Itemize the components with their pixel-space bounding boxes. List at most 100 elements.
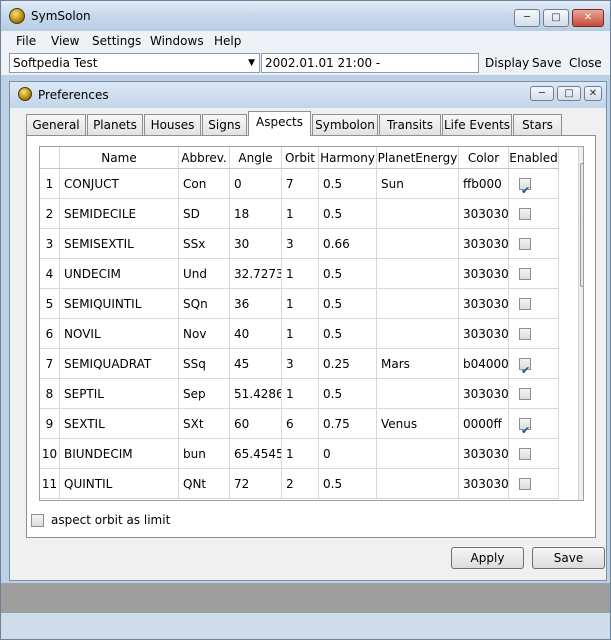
table-cell-harmony[interactable]: 0.5 (319, 199, 377, 229)
table-cell-angle[interactable]: 40 (230, 319, 282, 349)
close-button[interactable]: ✕ (572, 9, 604, 27)
table-cell-color[interactable]: ffb000 (459, 169, 509, 199)
table-cell-energy[interactable] (377, 379, 459, 409)
table-cell-name[interactable]: SEXTIL (60, 409, 179, 439)
tab-aspects[interactable]: Aspects (248, 111, 311, 136)
tab-life-events[interactable]: Life Events (442, 114, 512, 135)
table-cell-abbrev[interactable]: SXt (179, 409, 230, 439)
scroll-up-arrow-icon[interactable]: ▲ (579, 147, 583, 162)
enabled-checkbox[interactable] (519, 356, 531, 378)
table-cell-name[interactable]: NOVIL (60, 319, 179, 349)
table-cell-orbit[interactable]: 6 (282, 409, 319, 439)
enabled-checkbox[interactable] (519, 478, 531, 490)
preferences-maximize-button[interactable]: □ (557, 86, 581, 101)
preferences-close-button[interactable]: ✕ (584, 86, 602, 101)
enabled-cell[interactable] (509, 259, 559, 289)
tab-transits[interactable]: Transits (379, 114, 441, 135)
table-cell-harmony[interactable]: 0.66 (319, 229, 377, 259)
table-cell-orbit[interactable]: 1 (282, 289, 319, 319)
menu-file[interactable]: File (16, 33, 36, 49)
table-cell-orbit[interactable]: 3 (282, 349, 319, 379)
toolbar-save-button[interactable]: Save (532, 54, 561, 72)
table-cell-name[interactable]: SEPTIL (60, 379, 179, 409)
table-cell-color[interactable]: 303030 (459, 229, 509, 259)
table-cell-energy[interactable] (377, 229, 459, 259)
table-cell-energy[interactable]: Sun (377, 169, 459, 199)
table-cell-harmony[interactable]: 0.5 (319, 259, 377, 289)
table-cell-name[interactable]: SEMISEXTIL (60, 229, 179, 259)
table-cell-orbit[interactable]: 1 (282, 379, 319, 409)
enabled-cell[interactable] (509, 439, 559, 469)
table-cell-energy[interactable]: Mars (377, 349, 459, 379)
table-cell-name[interactable]: QUINTIL (60, 469, 179, 499)
enabled-checkbox[interactable] (519, 176, 531, 198)
table-cell-harmony[interactable]: 0.25 (319, 349, 377, 379)
table-cell-abbrev[interactable]: SSx (179, 229, 230, 259)
tab-planets[interactable]: Planets (87, 114, 143, 135)
vertical-scrollbar[interactable]: ▲ ≡ ▼ (578, 147, 583, 500)
column-header[interactable]: Orbit (282, 147, 319, 169)
enabled-cell[interactable] (509, 319, 559, 349)
enabled-checkbox[interactable] (519, 298, 531, 310)
table-cell-harmony[interactable]: 0 (319, 439, 377, 469)
table-cell-abbrev[interactable]: Sep (179, 379, 230, 409)
table-cell-color[interactable]: 303030 (459, 199, 509, 229)
table-cell-color[interactable]: b04000 (459, 349, 509, 379)
column-header[interactable]: Harmony (319, 147, 377, 169)
enabled-cell[interactable] (509, 379, 559, 409)
table-cell-angle[interactable]: 32.7273 (230, 259, 282, 289)
table-cell-harmony[interactable]: 0.5 (319, 319, 377, 349)
menu-help[interactable]: Help (214, 33, 241, 49)
table-cell-energy[interactable]: Venus (377, 409, 459, 439)
table-cell-harmony[interactable]: 0.5 (319, 169, 377, 199)
enabled-checkbox[interactable] (519, 388, 531, 400)
table-cell-harmony[interactable]: 0.75 (319, 409, 377, 439)
toolbar-close-button[interactable]: Close (569, 54, 602, 72)
table-cell-orbit[interactable]: 1 (282, 439, 319, 469)
enabled-checkbox[interactable] (519, 328, 531, 340)
table-cell-abbrev[interactable]: bun (179, 439, 230, 469)
scrollbar-thumb[interactable] (580, 163, 583, 287)
save-button[interactable]: Save (532, 547, 605, 569)
table-cell-abbrev[interactable]: Nov (179, 319, 230, 349)
chart-select[interactable]: Softpedia Test ▼ (9, 53, 260, 73)
table-cell-angle[interactable]: 18 (230, 199, 282, 229)
tab-houses[interactable]: Houses (144, 114, 201, 135)
table-cell-color[interactable]: 0000ff (459, 409, 509, 439)
table-cell-color[interactable]: 303030 (459, 379, 509, 409)
table-cell-orbit[interactable]: 1 (282, 199, 319, 229)
table-cell-angle[interactable]: 60 (230, 409, 282, 439)
column-header[interactable]: Enabled (509, 147, 559, 169)
column-header[interactable]: Color (459, 147, 509, 169)
table-cell-orbit[interactable]: 7 (282, 169, 319, 199)
column-header[interactable]: PlanetEnergy (377, 147, 459, 169)
table-cell-name[interactable]: CONJUCT (60, 169, 179, 199)
enabled-cell[interactable] (509, 409, 559, 439)
table-cell-orbit[interactable]: 1 (282, 319, 319, 349)
table-cell-energy[interactable] (377, 289, 459, 319)
table-cell-color[interactable]: 303030 (459, 319, 509, 349)
enabled-checkbox[interactable] (519, 416, 531, 438)
enabled-checkbox[interactable] (519, 208, 531, 220)
table-cell-abbrev[interactable]: Con (179, 169, 230, 199)
table-cell-harmony[interactable]: 0.5 (319, 379, 377, 409)
enabled-cell[interactable] (509, 289, 559, 319)
table-cell-abbrev[interactable]: Und (179, 259, 230, 289)
menu-windows[interactable]: Windows (150, 33, 204, 49)
scroll-down-arrow-icon[interactable]: ▼ (579, 485, 583, 500)
table-cell-angle[interactable]: 30 (230, 229, 282, 259)
table-cell-abbrev[interactable]: QNt (179, 469, 230, 499)
column-header[interactable]: Name (60, 147, 179, 169)
table-cell-abbrev[interactable]: SSq (179, 349, 230, 379)
table-cell-name[interactable]: SEMIDECILE (60, 199, 179, 229)
table-cell-name[interactable]: SEMIQUADRAT (60, 349, 179, 379)
table-cell-name[interactable]: UNDECIM (60, 259, 179, 289)
enabled-cell[interactable] (509, 199, 559, 229)
table-cell-color[interactable]: 303030 (459, 259, 509, 289)
table-cell-color[interactable]: 303030 (459, 469, 509, 499)
menu-view[interactable]: View (51, 33, 79, 49)
tab-general[interactable]: General (26, 114, 86, 135)
datetime-field[interactable]: 2002.01.01 21:00 - (261, 53, 479, 73)
table-cell-energy[interactable] (377, 439, 459, 469)
table-cell-angle[interactable]: 36 (230, 289, 282, 319)
